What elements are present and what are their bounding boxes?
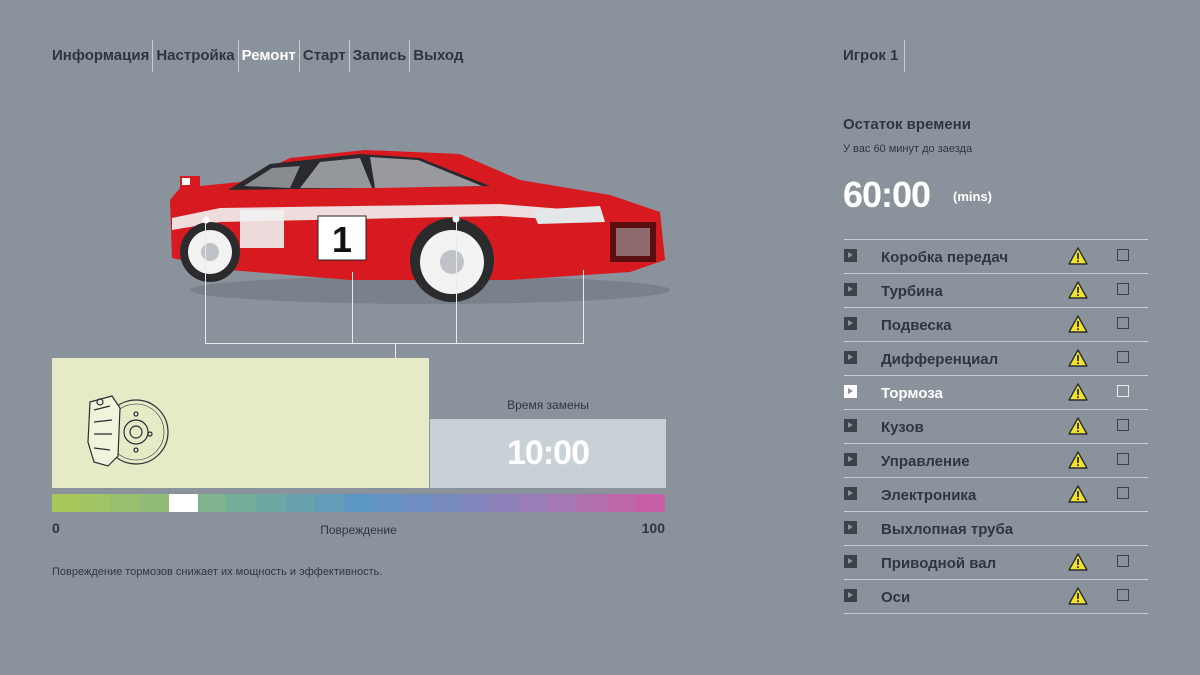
component-name: Турбина <box>881 283 943 300</box>
damage-bar-segment <box>577 494 607 512</box>
component-row[interactable]: Турбина <box>844 273 1148 307</box>
menu-item-save[interactable]: Запись <box>350 40 411 72</box>
replace-time-label: Время замены <box>507 398 589 412</box>
chevron-right-icon <box>844 283 857 296</box>
chevron-right-icon <box>844 555 857 568</box>
chevron-right-icon <box>844 487 857 500</box>
menu-item-exit[interactable]: Выход <box>410 40 466 72</box>
menu-item-setup[interactable]: Настройка <box>153 40 239 72</box>
checkbox-icon[interactable] <box>1117 385 1129 397</box>
component-row[interactable]: Электроника <box>844 477 1148 511</box>
component-name: Коробка передач <box>881 249 1009 266</box>
component-name: Подвеска <box>881 317 952 334</box>
component-row[interactable]: Коробка передач <box>844 239 1148 273</box>
component-name: Выхлопная труба <box>881 521 1014 538</box>
component-list: Коробка передач Турбина Подвеска Дифференци… <box>844 239 1148 614</box>
damage-bar-segment <box>256 494 286 512</box>
component-name: Электроника <box>881 487 977 504</box>
component-row[interactable]: Управление <box>844 443 1148 477</box>
damage-bar-segment <box>314 494 344 512</box>
chevron-right-icon <box>844 249 857 262</box>
damage-bar <box>52 494 665 512</box>
component-row[interactable]: Выхлопная труба <box>844 511 1148 545</box>
component-name: Тормоза <box>881 385 943 402</box>
component-row[interactable]: Приводной вал <box>844 545 1148 579</box>
car-number: 1 <box>332 219 352 260</box>
warning-triangle-icon <box>1068 281 1088 299</box>
remaining-unit: (mins) <box>953 189 992 204</box>
warning-triangle-icon <box>1068 451 1088 469</box>
warning-triangle-icon <box>1068 315 1088 333</box>
damage-bar-segment <box>519 494 549 512</box>
chevron-right-icon <box>844 521 857 534</box>
component-name: Кузов <box>881 419 924 436</box>
component-name: Приводной вал <box>881 555 997 572</box>
part-panel <box>52 358 429 488</box>
damage-bar-segment <box>489 494 519 512</box>
menu-item-info[interactable]: Информация <box>52 40 154 72</box>
checkbox-icon[interactable] <box>1117 487 1129 499</box>
damage-bar-segment <box>81 494 111 512</box>
checkbox-icon[interactable] <box>1117 555 1129 567</box>
checkbox-icon[interactable] <box>1117 419 1129 431</box>
component-row[interactable]: Подвеска <box>844 307 1148 341</box>
warning-triangle-icon <box>1068 553 1088 571</box>
component-name: Оси <box>881 589 911 606</box>
component-row[interactable]: Оси <box>844 579 1148 614</box>
damage-bar-segment <box>373 494 403 512</box>
chevron-right-icon <box>844 385 857 398</box>
damage-label: Повреждение <box>320 523 397 537</box>
remaining-subtitle: У вас 60 минут до заезда <box>843 143 973 155</box>
damage-level-marker <box>168 494 198 512</box>
damage-bar-segment <box>285 494 315 512</box>
damage-bar-segment <box>635 494 665 512</box>
brake-disc-icon <box>87 395 169 467</box>
damage-bar-segment <box>197 494 228 512</box>
damage-bar-segment <box>402 494 432 512</box>
damage-bar-segment <box>227 494 257 512</box>
damage-bar-segment <box>548 494 578 512</box>
chevron-right-icon <box>844 317 857 330</box>
damage-bar-segment <box>139 494 169 512</box>
damage-bar-segment <box>606 494 636 512</box>
warning-triangle-icon <box>1068 247 1088 265</box>
replace-time-box: 10:00 <box>430 419 666 488</box>
menu-item-start[interactable]: Старт <box>300 40 350 72</box>
warning-triangle-icon <box>1068 349 1088 367</box>
component-row[interactable]: Кузов <box>844 409 1148 443</box>
component-name: Управление <box>881 453 970 470</box>
damage-bar-segment <box>460 494 490 512</box>
warning-triangle-icon <box>1068 417 1088 435</box>
replace-time-value: 10:00 <box>507 434 590 472</box>
top-menu: Информация Настройка Ремонт Старт Запись… <box>52 40 466 72</box>
player-label: Игрок 1 <box>843 40 906 72</box>
checkbox-icon[interactable] <box>1117 249 1129 261</box>
checkbox-icon[interactable] <box>1117 317 1129 329</box>
chevron-right-icon <box>844 453 857 466</box>
car-image: 1 <box>160 140 680 310</box>
damage-max: 100 <box>641 520 665 536</box>
remaining-title: Остаток времени <box>843 116 971 133</box>
damage-bar-segment <box>431 494 461 512</box>
component-row[interactable]: Дифференциал <box>844 341 1148 375</box>
menu-item-repair[interactable]: Ремонт <box>239 40 300 72</box>
component-row[interactable]: Тормоза <box>844 375 1148 409</box>
checkbox-icon[interactable] <box>1117 453 1129 465</box>
damage-bar-segment <box>110 494 140 512</box>
warning-triangle-icon <box>1068 485 1088 503</box>
damage-bar-segment <box>52 494 82 512</box>
part-description: Повреждение тормозов снижает их мощность… <box>52 566 383 578</box>
warning-triangle-icon <box>1068 383 1088 401</box>
damage-bar-segment <box>343 494 374 512</box>
chevron-right-icon <box>844 351 857 364</box>
component-name: Дифференциал <box>881 351 999 368</box>
remaining-time: 60:00 <box>843 174 931 215</box>
chevron-right-icon <box>844 589 857 602</box>
chevron-right-icon <box>844 419 857 432</box>
checkbox-icon[interactable] <box>1117 589 1129 601</box>
checkbox-icon[interactable] <box>1117 283 1129 295</box>
warning-triangle-icon <box>1068 587 1088 605</box>
checkbox-icon[interactable] <box>1117 351 1129 363</box>
